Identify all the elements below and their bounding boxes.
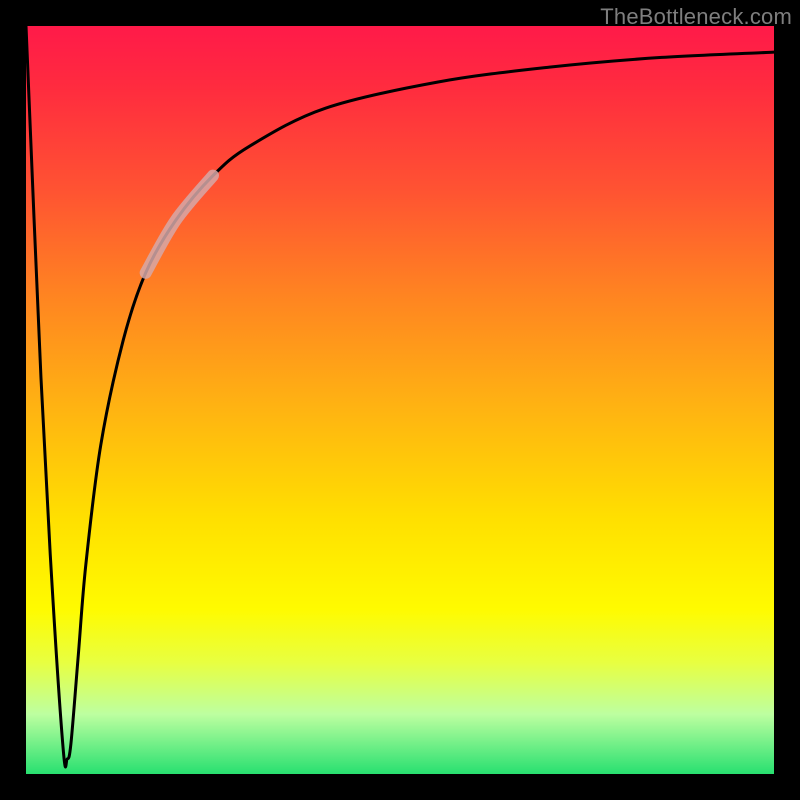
plot-area	[26, 26, 774, 774]
bottleneck-curve	[26, 26, 774, 767]
highlight-segment	[146, 176, 213, 273]
curve-svg	[26, 26, 774, 774]
attribution-label: TheBottleneck.com	[600, 4, 792, 30]
chart-canvas: TheBottleneck.com	[0, 0, 800, 800]
